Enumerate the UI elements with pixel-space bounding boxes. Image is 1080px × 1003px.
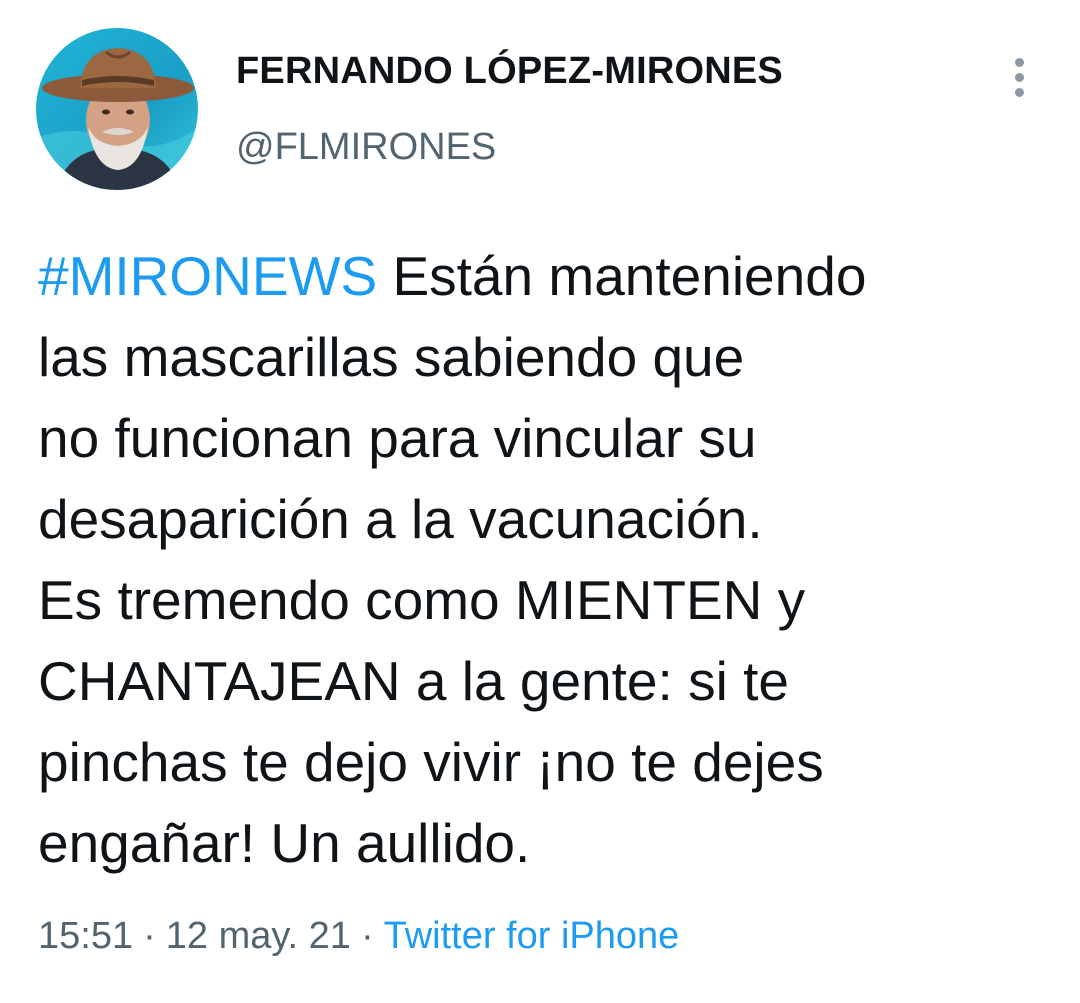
tweet-text-line: no funcionan para vincular su: [38, 407, 757, 469]
tweet-text-line: #MIRONEWS Están manteniendo: [38, 236, 1038, 317]
meta-separator: ·: [143, 915, 156, 957]
tweet-date[interactable]: 12 may. 21: [166, 915, 351, 957]
tweet-time[interactable]: 15:51: [38, 915, 133, 957]
tweet-text-segment: Están manteniendo: [377, 245, 867, 307]
more-vertical-icon-dot-3: [1015, 88, 1024, 97]
avatar-photo: [36, 28, 198, 190]
tweet-text-line: pinchas te dejo vivir ¡no te dejes: [38, 731, 824, 793]
tweet-metadata: 15:51 · 12 may. 21 · Twitter for iPhone: [38, 915, 679, 958]
tweet-text-line: Es tremendo como MIENTEN y: [38, 569, 806, 631]
author-avatar[interactable]: [36, 28, 198, 190]
tweet-text-line: las mascarillas sabiendo que: [38, 326, 745, 388]
tweet-card: FERNANDO LÓPEZ-MIRONES @FLMIRONES #MIRON…: [0, 0, 1080, 1003]
tweet-text: #MIRONEWS Están manteniendo las mascaril…: [38, 236, 1038, 884]
author-handle[interactable]: @FLMIRONES: [236, 126, 496, 169]
tweet-text-line: desaparición a la vacunación.: [38, 488, 763, 550]
meta-separator: ·: [360, 915, 374, 957]
tweet-source-link[interactable]: Twitter for iPhone: [384, 915, 680, 957]
more-vertical-icon-dot-2: [1015, 73, 1024, 82]
more-vertical-icon: [1015, 58, 1024, 67]
tweet-text-line: CHANTAJEAN a la gente: si te: [38, 650, 789, 712]
tweet-text-line: engañar! Un aullido.: [38, 812, 531, 874]
author-display-name[interactable]: FERNANDO LÓPEZ-MIRONES: [236, 50, 783, 93]
hashtag-link[interactable]: #MIRONEWS: [38, 245, 377, 307]
more-options-button[interactable]: [1000, 54, 1040, 102]
